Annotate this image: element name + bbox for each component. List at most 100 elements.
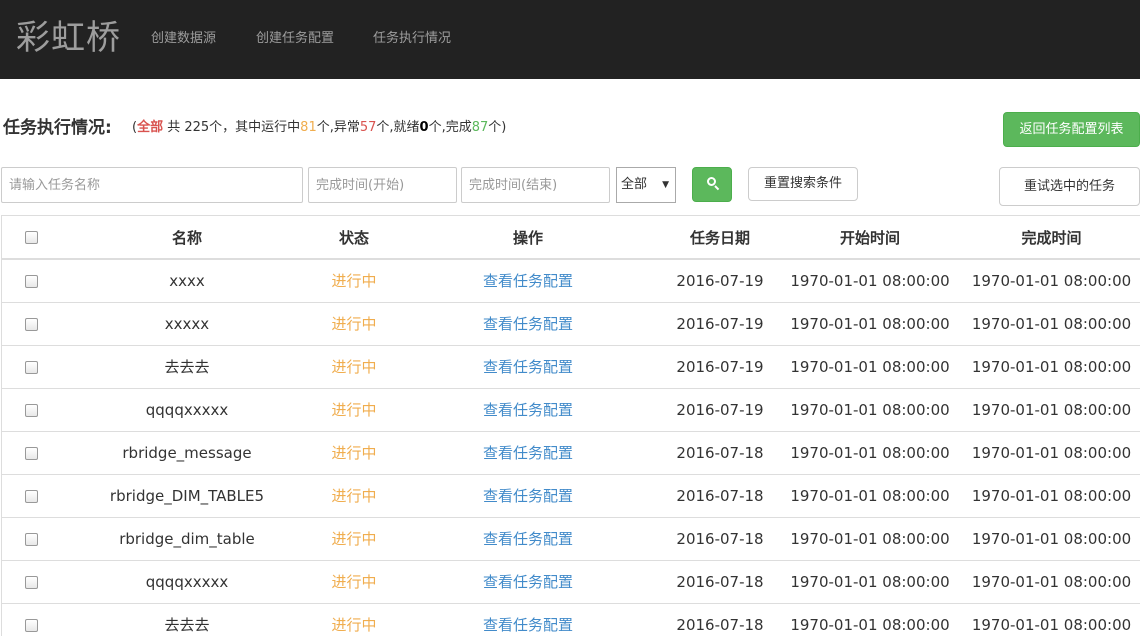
- task-date-cell: 2016-07-19: [662, 345, 778, 389]
- task-status-cell: 进行中: [314, 345, 394, 389]
- task-action-cell: 查看任务配置: [394, 388, 662, 432]
- task-start-time-cell: 1970-01-01 08:00:00: [778, 302, 962, 346]
- view-task-config-link[interactable]: 查看任务配置: [483, 444, 573, 462]
- row-select-cell: [2, 302, 60, 346]
- table-row: 去去去 进行中 查看任务配置 2016-07-18 1970-01-01 08:00:0…: [2, 603, 1140, 636]
- select-all-cell: [2, 216, 60, 260]
- task-table: 名称 状态 操作 任务日期 开始时间 完成时间 xxxx 进行中 查看任务配置 201…: [2, 216, 1140, 636]
- row-checkbox[interactable]: [24, 446, 38, 460]
- task-action-cell: 查看任务配置: [394, 517, 662, 561]
- column-header-task-date: 任务日期: [662, 216, 778, 260]
- task-action-cell: 查看任务配置: [394, 474, 662, 518]
- task-start-time-cell: 1970-01-01 08:00:00: [778, 474, 962, 518]
- task-finish-time-cell: 1970-01-01 08:00:00: [962, 388, 1140, 432]
- task-date-cell: 2016-07-18: [662, 431, 778, 475]
- row-checkbox[interactable]: [24, 360, 38, 374]
- task-finish-time-cell: 1970-01-01 08:00:00: [962, 259, 1140, 303]
- row-checkbox[interactable]: [24, 489, 38, 503]
- summary-total-text: 共 225个，其中运行中: [163, 120, 301, 135]
- task-name-cell: xxxx: [60, 259, 314, 303]
- task-status-cell: 进行中: [314, 302, 394, 346]
- task-name-cell: rbridge_dim_table: [60, 517, 314, 561]
- task-date-cell: 2016-07-18: [662, 517, 778, 561]
- task-date-cell: 2016-07-19: [662, 259, 778, 303]
- reset-search-button[interactable]: 重置搜索条件: [748, 167, 858, 201]
- row-checkbox[interactable]: [24, 532, 38, 546]
- task-date-cell: 2016-07-18: [662, 474, 778, 518]
- task-start-time-cell: 1970-01-01 08:00:00: [778, 517, 962, 561]
- row-select-cell: [2, 345, 60, 389]
- summary-after-done: 个): [488, 120, 507, 135]
- task-start-time-cell: 1970-01-01 08:00:00: [778, 431, 962, 475]
- select-caret-icon: ▼: [662, 180, 669, 190]
- view-task-config-link[interactable]: 查看任务配置: [483, 315, 573, 333]
- summary-after-ready: 个,完成: [428, 120, 472, 135]
- brand-logo[interactable]: 彩虹桥: [16, 16, 121, 60]
- column-header-finish-time: 完成时间: [962, 216, 1140, 260]
- task-name-search-input[interactable]: [1, 167, 303, 203]
- summary-error-count[interactable]: 57: [360, 120, 377, 135]
- task-name-cell: 去去去: [60, 603, 314, 636]
- task-name-cell: rbridge_message: [60, 431, 314, 475]
- table-row: xxxxx 进行中 查看任务配置 2016-07-19 1970-01-01 08:00…: [2, 302, 1140, 346]
- row-select-cell: [2, 259, 60, 303]
- retry-selected-tasks-button[interactable]: 重试选中的任务: [999, 167, 1140, 206]
- nav-link-create-task-config[interactable]: 创建任务配置: [256, 30, 334, 48]
- task-finish-time-cell: 1970-01-01 08:00:00: [962, 302, 1140, 346]
- task-status-cell: 进行中: [314, 431, 394, 475]
- column-header-status: 状态: [314, 216, 394, 260]
- task-name-cell: rbridge_DIM_TABLE5: [60, 474, 314, 518]
- task-finish-time-cell: 1970-01-01 08:00:00: [962, 474, 1140, 518]
- row-select-cell: [2, 431, 60, 475]
- row-select-cell: [2, 603, 60, 636]
- row-select-cell: [2, 474, 60, 518]
- task-finish-time-cell: 1970-01-01 08:00:00: [962, 603, 1140, 636]
- view-task-config-link[interactable]: 查看任务配置: [483, 616, 573, 634]
- task-action-cell: 查看任务配置: [394, 302, 662, 346]
- summary-done-count[interactable]: 87: [472, 120, 489, 135]
- nav-link-task-execution[interactable]: 任务执行情况: [373, 30, 451, 48]
- table-row: 去去去 进行中 查看任务配置 2016-07-19 1970-01-01 08:00:0…: [2, 345, 1140, 389]
- finish-time-start-input[interactable]: [308, 167, 457, 203]
- nav-link-create-datasource[interactable]: 创建数据源: [151, 30, 216, 48]
- view-task-config-link[interactable]: 查看任务配置: [483, 487, 573, 505]
- summary-ready-count[interactable]: 0: [420, 120, 429, 135]
- finish-time-end-input[interactable]: [461, 167, 610, 203]
- row-checkbox[interactable]: [24, 618, 38, 632]
- view-task-config-link[interactable]: 查看任务配置: [483, 573, 573, 591]
- task-finish-time-cell: 1970-01-01 08:00:00: [962, 345, 1140, 389]
- task-date-cell: 2016-07-18: [662, 603, 778, 636]
- row-select-cell: [2, 388, 60, 432]
- row-checkbox[interactable]: [24, 403, 38, 417]
- task-summary: (全部 共 225个，其中运行中81个,异常57个,就绪0个,完成87个): [132, 119, 506, 137]
- task-start-time-cell: 1970-01-01 08:00:00: [778, 259, 962, 303]
- view-task-config-link[interactable]: 查看任务配置: [483, 530, 573, 548]
- task-date-cell: 2016-07-19: [662, 302, 778, 346]
- view-task-config-link[interactable]: 查看任务配置: [483, 272, 573, 290]
- task-start-time-cell: 1970-01-01 08:00:00: [778, 603, 962, 636]
- status-filter-select[interactable]: 全部 ▼: [616, 167, 676, 203]
- task-name-cell: 去去去: [60, 345, 314, 389]
- task-start-time-cell: 1970-01-01 08:00:00: [778, 388, 962, 432]
- row-checkbox[interactable]: [24, 575, 38, 589]
- summary-running-count[interactable]: 81: [300, 120, 317, 135]
- back-to-task-config-list-button[interactable]: 返回任务配置列表: [1003, 112, 1140, 147]
- row-checkbox[interactable]: [24, 274, 38, 288]
- summary-all-label[interactable]: 全部: [137, 120, 163, 135]
- task-finish-time-cell: 1970-01-01 08:00:00: [962, 431, 1140, 475]
- select-all-checkbox[interactable]: [24, 231, 38, 244]
- search-button[interactable]: [692, 167, 732, 202]
- column-header-name: 名称: [60, 216, 314, 260]
- task-status-cell: 进行中: [314, 259, 394, 303]
- task-finish-time-cell: 1970-01-01 08:00:00: [962, 560, 1140, 604]
- table-row: qqqqxxxxx 进行中 查看任务配置 2016-07-18 1970-01-01 0…: [2, 560, 1140, 604]
- task-table-container: 名称 状态 操作 任务日期 开始时间 完成时间 xxxx 进行中 查看任务配置 201…: [1, 215, 1140, 636]
- task-status-cell: 进行中: [314, 388, 394, 432]
- table-row: qqqqxxxxx 进行中 查看任务配置 2016-07-19 1970-01-01 0…: [2, 388, 1140, 432]
- view-task-config-link[interactable]: 查看任务配置: [483, 401, 573, 419]
- task-status-cell: 进行中: [314, 517, 394, 561]
- view-task-config-link[interactable]: 查看任务配置: [483, 358, 573, 376]
- task-start-time-cell: 1970-01-01 08:00:00: [778, 560, 962, 604]
- row-checkbox[interactable]: [24, 317, 38, 331]
- task-start-time-cell: 1970-01-01 08:00:00: [778, 345, 962, 389]
